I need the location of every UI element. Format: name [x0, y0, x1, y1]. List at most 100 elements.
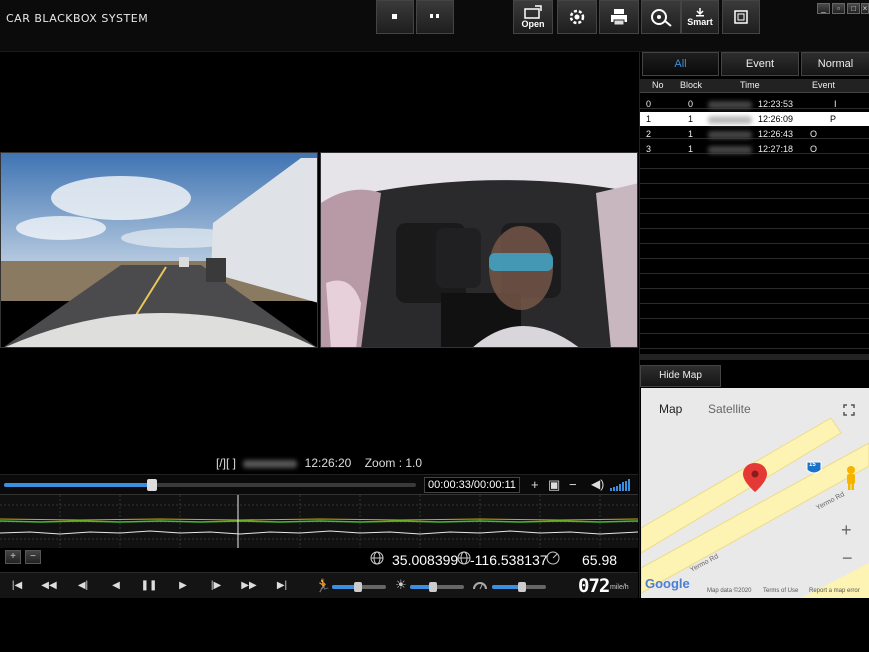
- col-time: Time: [740, 80, 760, 90]
- map-fullscreen-icon[interactable]: [843, 404, 855, 419]
- app-title: CAR BLACKBOX SYSTEM: [6, 12, 149, 25]
- map-view[interactable]: Map Satellite 15 Yermo Rd Yermo Rd + − G…: [641, 388, 869, 598]
- pause-play-icon[interactable]: ❚❚: [134, 576, 164, 596]
- row-time: 12:26:09: [758, 114, 794, 124]
- map-tab-map[interactable]: Map: [659, 402, 682, 416]
- speed-gauge-icon: [546, 551, 560, 568]
- video-status-line: [/][ ] 12:26:20 Zoom : 1.0: [0, 456, 638, 470]
- latitude-value: 35.008399: [392, 552, 459, 568]
- table-row[interactable]: 3 1 12:27:18 O: [640, 142, 869, 156]
- settings-button[interactable]: [557, 0, 597, 34]
- graph-zoom-in-button[interactable]: +: [5, 550, 21, 564]
- col-block: Block: [680, 80, 703, 90]
- map-footer-report[interactable]: Report a map error: [809, 588, 860, 594]
- blurred-date: [708, 101, 752, 109]
- pause-button[interactable]: [416, 0, 454, 34]
- front-camera-view[interactable]: [0, 152, 318, 348]
- playback-controls: |◀ ◀◀ ◀| ◀ ❚❚ ▶ |▶ ▶▶ ▶| 🏃 ☀ 072 mile/h: [0, 572, 638, 598]
- zoom-text: Zoom : 1.0: [364, 456, 423, 470]
- table-row[interactable]: 2 1 12:26:43 O: [640, 127, 869, 141]
- settings-icon: [567, 7, 587, 27]
- fast-forward-icon[interactable]: ▶▶: [234, 576, 264, 596]
- row-no: 0: [646, 99, 652, 109]
- film-icon: [650, 7, 672, 27]
- signal-bars-icon: [610, 479, 634, 494]
- speed-value: 65.98: [582, 552, 618, 568]
- contrast-slider[interactable]: [492, 582, 546, 592]
- step-back-icon[interactable]: ◀|: [68, 576, 98, 596]
- gps-info-row: + − 35.008399 -116.538137 65.98: [0, 548, 638, 570]
- brightness-icon: ☀: [395, 577, 407, 592]
- zoom-out-icon[interactable]: −: [569, 477, 577, 492]
- close-icon[interactable]: ×: [861, 3, 869, 14]
- seek-handle[interactable]: [147, 479, 158, 491]
- open-button[interactable]: Open: [513, 0, 553, 34]
- tab-normal[interactable]: Normal: [801, 52, 869, 76]
- open-icon: [523, 5, 543, 19]
- table-row[interactable]: 0 0 12:23:53 I: [640, 97, 869, 111]
- row-no: 1: [646, 114, 652, 124]
- speedometer: 072 mile/h: [568, 575, 638, 597]
- stop-icon: [391, 13, 399, 21]
- play-reverse-icon[interactable]: ◀: [101, 576, 131, 596]
- row-event: I: [834, 99, 837, 109]
- graph-zoom-out-button[interactable]: −: [25, 550, 41, 564]
- brightness-slider-handle[interactable]: [428, 582, 437, 592]
- seek-progress: [4, 483, 153, 487]
- sensor-graph[interactable]: [0, 494, 639, 549]
- fullscreen-icon: [732, 8, 750, 26]
- row-event: O: [810, 129, 818, 139]
- tab-all[interactable]: All: [642, 52, 719, 76]
- brightness-slider[interactable]: [410, 582, 464, 592]
- row-time: 12:27:18: [758, 144, 794, 154]
- pause-icon: [429, 13, 441, 21]
- print-button[interactable]: [599, 0, 639, 34]
- map-tab-satellite[interactable]: Satellite: [708, 402, 751, 416]
- row-block: 0: [688, 99, 694, 109]
- list-header: No Block Time Event: [640, 79, 869, 93]
- skip-first-icon[interactable]: |◀: [2, 576, 32, 596]
- title-bar: CAR BLACKBOX SYSTEM Open Smart _ ▫ □ ×: [0, 0, 869, 52]
- tab-event[interactable]: Event: [721, 52, 799, 76]
- skip-last-icon[interactable]: ▶|: [267, 576, 297, 596]
- status-time: 12:26:20: [304, 456, 352, 470]
- hide-map-button[interactable]: Hide Map: [640, 365, 721, 387]
- speedometer-value: 072: [578, 575, 610, 597]
- row-no: 2: [646, 129, 652, 139]
- fullscreen-button[interactable]: [722, 0, 760, 34]
- open-label: Open: [521, 19, 545, 29]
- speedometer-unit: mile/h: [610, 584, 629, 591]
- restore-icon[interactable]: ▫: [832, 3, 845, 14]
- row-block: 1: [688, 129, 694, 139]
- cabin-camera-view[interactable]: [320, 152, 638, 348]
- speed-slider[interactable]: [332, 582, 386, 592]
- contrast-slider-handle[interactable]: [517, 582, 526, 592]
- speed-slider-handle[interactable]: [353, 582, 362, 592]
- row-time: 12:26:43: [758, 129, 794, 139]
- print-icon: [609, 8, 629, 26]
- file-list: 0 0 12:23:53 I 1 1 12:26:09 P 2 1 12:26:…: [640, 94, 869, 354]
- highway-shield-label: 15: [809, 462, 816, 468]
- screen-icon[interactable]: ▣: [548, 477, 560, 493]
- list-scrollbar[interactable]: [640, 354, 869, 360]
- smart-icon: [694, 7, 706, 17]
- minimize-icon[interactable]: _: [817, 3, 830, 14]
- rewind-icon[interactable]: ◀◀: [34, 576, 64, 596]
- zoom-in-icon[interactable]: +: [531, 477, 539, 492]
- stop-button[interactable]: [376, 0, 414, 34]
- seek-bar[interactable]: [4, 479, 416, 491]
- map-zoom-out-button[interactable]: −: [842, 548, 853, 569]
- volume-icon[interactable]: ◀): [591, 477, 604, 491]
- smart-button[interactable]: Smart: [681, 0, 719, 34]
- map-zoom-in-button[interactable]: +: [841, 520, 852, 541]
- row-time: 12:23:53: [758, 99, 794, 109]
- maximize-icon[interactable]: □: [847, 3, 860, 14]
- globe-icon: [370, 551, 384, 568]
- play-icon[interactable]: ▶: [168, 576, 198, 596]
- table-row-selected[interactable]: 1 1 12:26:09 P: [640, 112, 869, 126]
- map-footer-terms[interactable]: Terms of Use: [763, 588, 798, 594]
- step-forward-icon[interactable]: |▶: [201, 576, 231, 596]
- film-button[interactable]: [641, 0, 681, 34]
- running-man-icon: 🏃: [315, 578, 332, 593]
- blurred-date: [708, 146, 752, 154]
